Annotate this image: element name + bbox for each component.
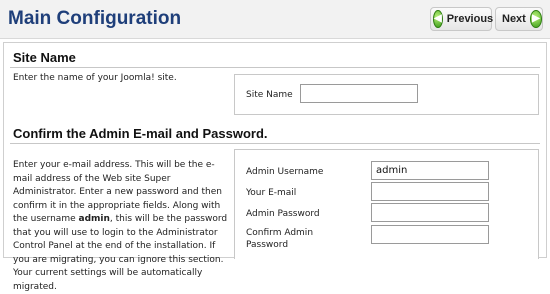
site-section-divider — [10, 67, 540, 68]
previous-button[interactable]: ◀ Previous — [430, 7, 494, 31]
main-panel: Site Name Enter the name of your Joomla!… — [3, 42, 547, 292]
admin-password-input[interactable] — [371, 203, 489, 222]
admin-description: Enter your e-mail address. This will be … — [13, 159, 231, 294]
next-button[interactable]: Next ▶ — [495, 7, 543, 31]
header-bar: Main Configuration ◀ Previous Next ▶ — [0, 0, 550, 39]
email-label: Your E-mail — [246, 188, 297, 198]
admin-form-box: Admin Username Your E-mail Admin Passwor… — [234, 149, 539, 259]
admin-heading: Confirm the Admin E-mail and Password. — [13, 126, 268, 141]
admin-username-input[interactable] — [371, 161, 489, 180]
page-title: Main Configuration — [8, 8, 182, 29]
confirm-password-label: Confirm Admin Password — [246, 228, 314, 250]
admin-username-label: Admin Username — [246, 167, 324, 177]
email-input[interactable] — [371, 182, 489, 201]
site-name-description: Enter the name of your Joomla! site. — [13, 73, 177, 83]
site-name-form-box: Site Name — [234, 74, 539, 115]
admin-password-label: Admin Password — [246, 209, 320, 219]
next-label: Next — [502, 13, 526, 25]
previous-label: Previous — [446, 13, 494, 25]
admin-section-divider — [10, 143, 540, 144]
site-name-label: Site Name — [246, 90, 293, 100]
arrow-right-icon: ▶ — [529, 10, 542, 28]
confirm-password-input[interactable] — [371, 225, 489, 244]
site-name-input[interactable] — [300, 84, 418, 103]
admin-description-username: admin — [78, 214, 110, 224]
site-name-heading: Site Name — [13, 50, 76, 65]
arrow-left-icon: ◀ — [433, 10, 443, 28]
admin-description-part2: , this will be the password that you wil… — [13, 214, 228, 292]
